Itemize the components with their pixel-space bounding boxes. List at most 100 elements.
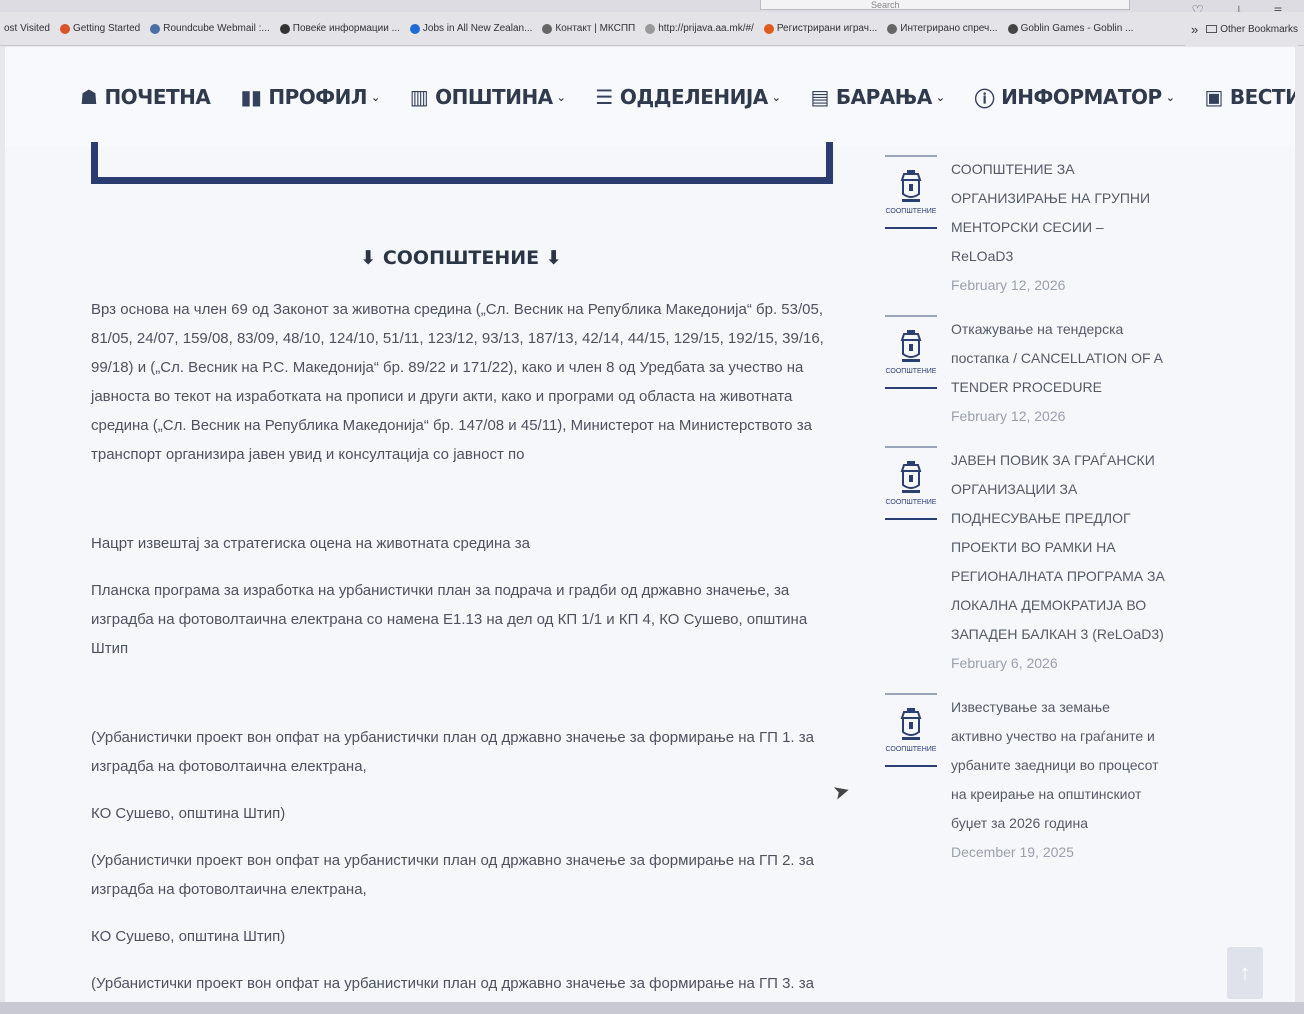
nav-icon: ▥ (409, 85, 429, 109)
bookmark-favicon-icon (1007, 23, 1018, 34)
scroll-to-top-button[interactable]: ↑ (1227, 947, 1263, 999)
nav-label: ВЕСТИ (1229, 85, 1295, 109)
nav-label: ПОЧЕТНА (104, 85, 211, 109)
nav-label: ИНФОРМАТОР (1001, 85, 1162, 109)
bookmarks-bar: ost Visited Getting Started Roundcube Webm… (0, 12, 1304, 46)
chevron-down-icon: ⌄ (771, 90, 781, 104)
bookmark-label: Getting Started (72, 23, 141, 34)
nav-label: ОДДЕЛЕНИЈА (619, 85, 768, 109)
article-paragraph: Планска програма за изработка на урбанис… (91, 582, 808, 657)
bookmark-item[interactable]: Контакт | МКСПП (542, 23, 635, 34)
news-sidebar: СООПШТЕНИЕ СООПШТЕНИЕ ЗА ОРГАНИЗИРАЊЕ НА … (885, 155, 1165, 882)
chevron-down-icon: ⌄ (556, 90, 566, 104)
sidebar-news-item[interactable]: СООПШТЕНИЕ Откажување на тендерска постап… (885, 315, 1165, 424)
nav-icon: ☰ (595, 85, 613, 109)
article-paragraph: (Урбанистички проект вон опфат на урбани… (91, 729, 814, 775)
bookmark-item[interactable]: Jobs in All New Zealan... (409, 23, 533, 34)
taskbar (0, 1002, 1304, 1014)
article-paragraph: (Урбанистички проект вон опфат на урбани… (91, 975, 814, 992)
nav-icon: ⓘ (974, 86, 995, 111)
news-date: February 12, 2026 (951, 277, 1066, 293)
nav-item-6[interactable]: ⓘ ИНФОРМАТОР ⌄ (975, 83, 1175, 112)
bookmark-favicon-icon (542, 23, 553, 34)
web-page: ☗ ПОЧЕТНА ▮▮ ПРОФИЛ ⌄ ▥ ОПШТИНА ⌄ ☰ ОДДЕЛЕНИЈА ⌄ ▤ Б… (5, 47, 1295, 1002)
nav-item-4[interactable]: ☰ ОДДЕЛЕНИЈА ⌄ (595, 85, 781, 109)
bookmark-favicon-icon (409, 23, 420, 34)
arrow-up-icon: ↑ (1239, 960, 1251, 985)
bookmark-favicon-icon (887, 23, 898, 34)
nav-label: БАРАЊА (835, 85, 932, 109)
bookmark-item[interactable]: Getting Started (59, 23, 141, 34)
bookmark-item[interactable]: http://prijava.aa.mk/#/ (645, 23, 754, 34)
bookmark-item[interactable]: Регистрирани играч... (763, 23, 878, 34)
nav-item-1[interactable]: ☗ ПОЧЕТНА (80, 85, 211, 109)
bookmark-label: http://prijava.aa.mk/#/ (658, 23, 754, 34)
bookmark-label: Повеќе информации ... (292, 23, 400, 34)
nav-item-3[interactable]: ▥ ОПШТИНА ⌄ (410, 85, 566, 109)
thumb-caption: СООПШТЕНИЕ (885, 499, 937, 506)
bookmark-favicon-icon (150, 23, 161, 34)
thumb-caption: СООПШТЕНИЕ (885, 368, 937, 375)
nav-icon: ☗ (80, 85, 98, 109)
other-bookmarks-link[interactable]: Other Bookmarks (1220, 24, 1298, 35)
news-title-link[interactable]: Откажување на тендерска постапка / CANCE… (951, 315, 1165, 402)
nav-icon: ▣ (1204, 85, 1223, 109)
folder-icon (1206, 25, 1218, 33)
article-paragraph: КО Сушево, општина Штип) (91, 805, 286, 822)
nav-item-2[interactable]: ▮▮ ПРОФИЛ ⌄ (240, 85, 380, 109)
bookmark-label: Goblin Games - Goblin ... (1020, 23, 1134, 34)
bookmark-item[interactable]: Goblin Games - Goblin ... (1007, 23, 1134, 34)
bookmark-favicon-icon (763, 23, 774, 34)
bookmark-favicon-icon (645, 23, 656, 34)
bookmark-label: Контакт | МКСПП (555, 23, 636, 34)
search-input[interactable]: Search (760, 0, 1130, 10)
bookmark-favicon-icon (279, 23, 290, 34)
news-title-link[interactable]: СООПШТЕНИЕ ЗА ОРГАНИЗИРАЊЕ НА ГРУПНИ МЕН… (951, 155, 1165, 271)
sidebar-news-item[interactable]: СООПШТЕНИЕ Известување за земање активно … (885, 693, 1165, 860)
article-paragraph: (Урбанистички проект вон опфат на урбани… (91, 852, 814, 898)
lantern-icon[interactable]: СООПШТЕНИЕ (885, 155, 937, 229)
article-heading: ⬇ СООПШТЕНИЕ ⬇ (360, 247, 562, 269)
sidebar-news-item[interactable]: СООПШТЕНИЕ СООПШТЕНИЕ ЗА ОРГАНИЗИРАЊЕ НА … (885, 155, 1165, 293)
main-navigation: ☗ ПОЧЕТНА ▮▮ ПРОФИЛ ⌄ ▥ ОПШТИНА ⌄ ☰ ОДДЕЛЕНИЈА ⌄ ▤ Б… (5, 47, 1295, 147)
nav-label: ПРОФИЛ (268, 85, 367, 109)
content-frame-bottom (91, 142, 833, 184)
thumb-caption: СООПШТЕНИЕ (885, 208, 937, 215)
bookmark-item[interactable]: Roundcube Webmail :... (150, 23, 270, 34)
chevron-down-icon: ⌄ (1165, 90, 1175, 104)
bookmark-label: Jobs in All New Zealan... (422, 23, 533, 34)
sidebar-news-item[interactable]: СООПШТЕНИЕ ЈАВЕН ПОВИК ЗА ГРАЃАНСКИ ОРГАН… (885, 446, 1165, 671)
bookmarks-overflow-icon[interactable]: » (1191, 22, 1198, 37)
mouse-cursor-icon: ➤ (830, 779, 853, 805)
lantern-icon[interactable]: СООПШТЕНИЕ (885, 693, 937, 767)
chevron-down-icon: ⌄ (935, 90, 945, 104)
bookmark-label: ost Visited (4, 23, 50, 34)
nav-icon: ▤ (810, 85, 830, 109)
bookmark-label: Регистрирани играч... (776, 23, 878, 34)
bookmark-item[interactable]: Повеќе информации ... (279, 23, 400, 34)
news-date: February 6, 2026 (951, 655, 1058, 671)
lantern-icon[interactable]: СООПШТЕНИЕ (885, 446, 937, 520)
chevron-down-icon: ⌄ (370, 90, 380, 104)
bookmark-favicon-icon (59, 23, 70, 34)
news-title-link[interactable]: Известување за земање активно учество на… (951, 693, 1165, 838)
nav-item-7[interactable]: ▣ВЕСТИ⌄ (1204, 85, 1295, 109)
article-content: ⬇ СООПШТЕНИЕ ⬇ Врз основа на член 69 од … (91, 247, 831, 1002)
news-date: December 19, 2025 (951, 844, 1074, 860)
nav-icon: ▮▮ (240, 85, 262, 109)
bookmark-label: Интегрирано спреч... (900, 23, 998, 34)
nav-label: ОПШТИНА (435, 85, 553, 109)
article-paragraph: Нацрт извештај за стратегиска оцена на ж… (91, 535, 530, 552)
news-title-link[interactable]: ЈАВЕН ПОВИК ЗА ГРАЃАНСКИ ОРГАНИЗАЦИИ ЗА … (951, 446, 1165, 649)
thumb-caption: СООПШТЕНИЕ (885, 746, 937, 753)
bookmark-label: Roundcube Webmail :... (163, 23, 270, 34)
article-paragraph: Врз основа на член 69 од Законот за живо… (91, 301, 824, 463)
nav-item-5[interactable]: ▤ БАРАЊА ⌄ (810, 85, 946, 109)
bookmark-item[interactable]: Интегрирано спреч... (887, 23, 998, 34)
bookmark-item[interactable]: ost Visited (4, 23, 50, 34)
lantern-icon[interactable]: СООПШТЕНИЕ (885, 315, 937, 389)
article-paragraph: КО Сушево, општина Штип) (91, 928, 286, 945)
news-date: February 12, 2026 (951, 408, 1066, 424)
